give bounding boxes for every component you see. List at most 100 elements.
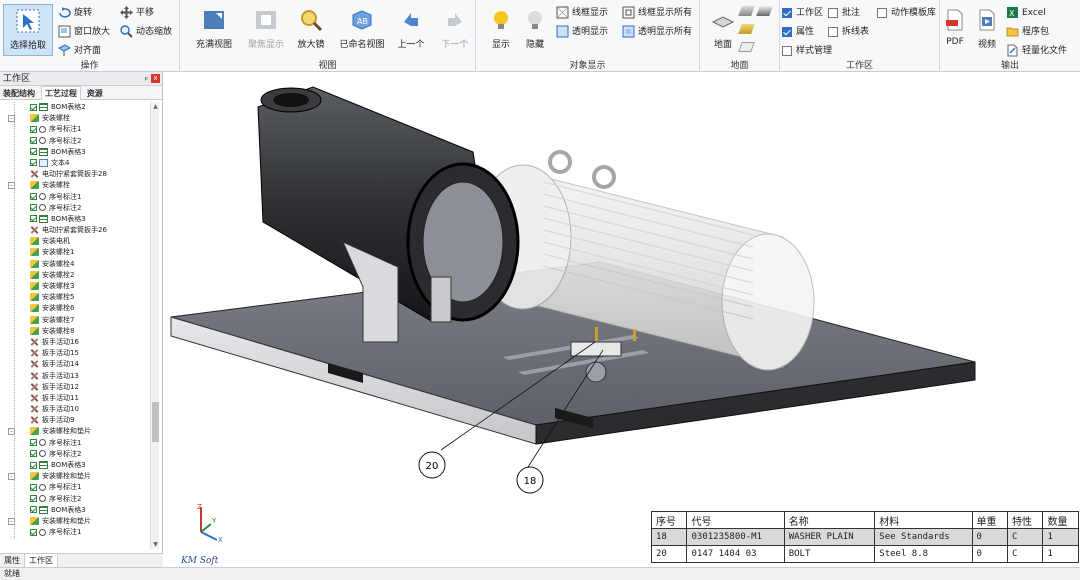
pan-button[interactable]: 平移 bbox=[120, 5, 154, 21]
tree-item[interactable]: 安装电机 bbox=[0, 236, 150, 247]
tree-item[interactable]: 序号标注1 bbox=[0, 482, 150, 493]
tree-item[interactable]: BOM表格3 bbox=[0, 505, 150, 516]
scroll-thumb[interactable] bbox=[152, 402, 159, 442]
window-zoom-button[interactable]: 窗口放大 bbox=[58, 24, 110, 40]
style-mgmt-toggle[interactable]: 样式管理 bbox=[782, 43, 832, 59]
transparent-show-all-button[interactable]: 透明显示所有 bbox=[622, 24, 692, 40]
tree-item[interactable]: - 安装螺栓和垫片 bbox=[0, 516, 150, 527]
tree-item[interactable]: - 安装螺栓 bbox=[0, 180, 150, 191]
collapse-toggle-icon[interactable]: - bbox=[8, 115, 15, 123]
tree-item[interactable]: 扳手活动9 bbox=[0, 415, 150, 426]
tree-item-checkbox[interactable] bbox=[30, 193, 37, 200]
face-align-button[interactable]: 对齐面 bbox=[58, 43, 101, 59]
tree-item[interactable]: 序号标注1 bbox=[0, 192, 150, 203]
tree-item-checkbox[interactable] bbox=[30, 204, 37, 212]
select-pick-button[interactable]: 选择拾取 bbox=[3, 4, 53, 56]
annotate-toggle[interactable]: 批注 bbox=[828, 5, 860, 21]
ground-color-icon[interactable] bbox=[738, 24, 755, 34]
tab-assembly-structure[interactable]: 装配结构 bbox=[0, 87, 38, 101]
ground-shading-icon-2[interactable] bbox=[756, 6, 773, 16]
workspace-toggle[interactable]: 工作区 bbox=[782, 5, 823, 21]
scroll-up-icon[interactable]: ▲ bbox=[151, 102, 160, 111]
exploded-table-toggle[interactable]: 拆线表 bbox=[828, 24, 869, 40]
style-mgmt-checkbox[interactable] bbox=[782, 45, 792, 56]
hide-button[interactable]: 隐藏 bbox=[512, 4, 558, 56]
3d-viewport[interactable]: 20 18 Z X Y KM Soft bbox=[163, 72, 1080, 567]
bom-row[interactable]: 18 0301235800-M1 WASHER PLAIN See Standa… bbox=[650, 528, 1079, 546]
tree-item[interactable]: 电动拧紧套筒扳手26 bbox=[0, 225, 150, 236]
tree-item[interactable]: 序号标注2 bbox=[0, 449, 150, 460]
tree-item-checkbox[interactable] bbox=[30, 528, 37, 536]
tree-item[interactable]: 序号标注1 bbox=[0, 527, 150, 538]
property-toggle[interactable]: 属性 bbox=[782, 24, 814, 40]
tree-item[interactable]: 扳手活动12 bbox=[0, 382, 150, 393]
tree-item-checkbox[interactable] bbox=[30, 159, 37, 167]
tree-item-checkbox[interactable] bbox=[30, 461, 37, 469]
workspace-checkbox[interactable] bbox=[782, 7, 792, 18]
annotate-checkbox[interactable] bbox=[828, 7, 838, 18]
tree-item[interactable]: BOM表格3 bbox=[0, 214, 150, 225]
pdf-button[interactable]: PDF bbox=[940, 4, 970, 56]
rotate-button[interactable]: 旋转 bbox=[58, 5, 92, 21]
focus-show-button[interactable]: 聚焦显示 bbox=[240, 4, 292, 56]
tree-item[interactable]: 扳手活动16 bbox=[0, 337, 150, 348]
tree-item[interactable]: - 安装螺栓和垫片 bbox=[0, 471, 150, 482]
tree-item[interactable]: 序号标注2 bbox=[0, 203, 150, 214]
tree-item-checkbox[interactable] bbox=[30, 506, 37, 514]
tree-item[interactable]: 扳手活动11 bbox=[0, 393, 150, 404]
tree-item[interactable]: 安装螺栓3 bbox=[0, 281, 150, 292]
exploded-table-checkbox[interactable] bbox=[828, 26, 838, 37]
tree-item[interactable]: 安装螺栓8 bbox=[0, 326, 150, 337]
transparent-show-button[interactable]: 透明显示 bbox=[556, 24, 608, 40]
tree-item[interactable]: 序号标注2 bbox=[0, 494, 150, 505]
tree-item[interactable]: 序号标注1 bbox=[0, 438, 150, 449]
dynamic-zoom-button[interactable]: 动态缩放 bbox=[120, 24, 172, 40]
tree-item-checkbox[interactable] bbox=[30, 137, 37, 145]
collapse-toggle-icon[interactable]: - bbox=[8, 517, 15, 525]
tree-item[interactable]: BOM表格2 bbox=[0, 102, 150, 113]
tree-item-checkbox[interactable] bbox=[30, 450, 37, 458]
scroll-down-icon[interactable]: ▼ bbox=[151, 540, 160, 549]
pin-icon[interactable]: ᵖ bbox=[145, 73, 148, 87]
close-icon[interactable]: x bbox=[151, 74, 160, 83]
tree-item[interactable]: 序号标注1 bbox=[0, 124, 150, 135]
anim-template-checkbox[interactable] bbox=[877, 7, 887, 18]
tree-item-checkbox[interactable] bbox=[30, 148, 37, 156]
wire-show-all-button[interactable]: 线框显示所有 bbox=[622, 5, 692, 21]
tree-item[interactable]: - 安装螺栓和垫片 bbox=[0, 426, 150, 437]
tree-item[interactable]: 电动拧紧套筒扳手28 bbox=[0, 169, 150, 180]
tab-properties[interactable]: 属性 bbox=[0, 554, 24, 567]
prev-view-button[interactable]: 上一个 bbox=[388, 4, 434, 56]
tree-item[interactable]: 安装螺栓7 bbox=[0, 315, 150, 326]
tree-item-checkbox[interactable] bbox=[30, 483, 37, 491]
anim-template-toggle[interactable]: 动作模板库 bbox=[877, 5, 936, 21]
tree-item[interactable]: 扳手活动15 bbox=[0, 348, 150, 359]
tree-item[interactable]: 安装螺栓1 bbox=[0, 247, 150, 258]
wire-show-button[interactable]: 线框显示 bbox=[556, 5, 608, 21]
tab-workspace[interactable]: 工作区 bbox=[24, 554, 58, 568]
tree-item[interactable]: 扳手活动13 bbox=[0, 371, 150, 382]
fill-view-button[interactable]: 充满视图 bbox=[188, 4, 240, 56]
lightweight-file-button[interactable]: 轻量化文件 bbox=[1006, 43, 1067, 59]
ground-grid-icon[interactable] bbox=[738, 42, 755, 52]
next-view-button[interactable]: 下一个 bbox=[432, 4, 478, 56]
tree-item[interactable]: 序号标注2 bbox=[0, 136, 150, 147]
magnifier-button[interactable]: 放大镜 bbox=[288, 4, 334, 56]
tree-item[interactable]: 安装螺栓2 bbox=[0, 270, 150, 281]
tree-item[interactable]: 扳手活动10 bbox=[0, 404, 150, 415]
ground-shading-icon-1[interactable] bbox=[738, 6, 755, 16]
tree-item-checkbox[interactable] bbox=[30, 439, 37, 447]
tree-item[interactable]: 安装螺栓5 bbox=[0, 292, 150, 303]
tree-item[interactable]: 安装螺栓6 bbox=[0, 303, 150, 314]
tree-item-checkbox[interactable] bbox=[30, 495, 37, 503]
tree-item[interactable]: 文本4 bbox=[0, 158, 150, 169]
tree-item[interactable]: BOM表格3 bbox=[0, 147, 150, 158]
collapse-toggle-icon[interactable]: - bbox=[8, 428, 15, 436]
tab-resources[interactable]: 资源 bbox=[84, 87, 106, 101]
bom-row[interactable]: 20 0147 1404 03 BOLT Steel 8.8 0 C 1 bbox=[650, 545, 1079, 563]
collapse-toggle-icon[interactable]: - bbox=[8, 182, 15, 190]
tree-item-checkbox[interactable] bbox=[30, 125, 37, 133]
tree-item[interactable]: 安装螺栓4 bbox=[0, 259, 150, 270]
tree-item-checkbox[interactable] bbox=[30, 103, 37, 111]
tree-item[interactable]: BOM表格3 bbox=[0, 460, 150, 471]
